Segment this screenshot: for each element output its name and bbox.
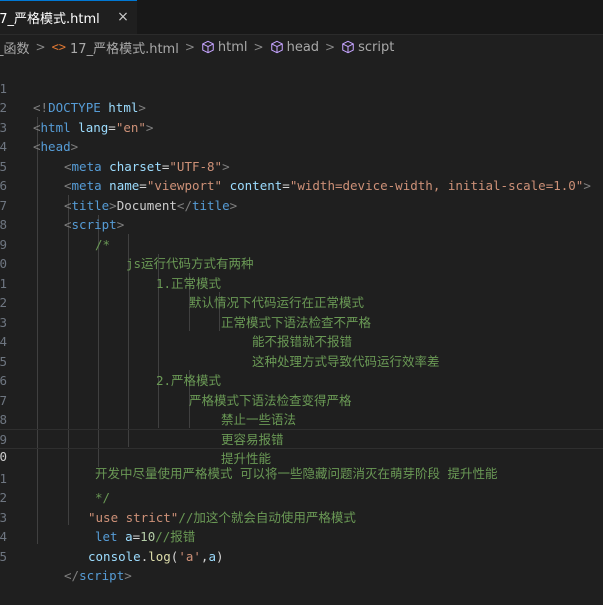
tab-17-strict-mode[interactable]: 17_严格模式.html × xyxy=(0,0,137,34)
code-line: 9 js运行代码方式有两种 xyxy=(0,215,603,272)
code-line: 2 <html lang="en"> xyxy=(0,79,603,135)
code-line: 6 <title>Document</title> xyxy=(0,157,603,213)
breadcrumb: _函数 > <> 17_严格模式.html > html > head > sc… xyxy=(0,35,603,59)
code-line: 3 <head> xyxy=(0,98,603,155)
code-line: 17 禁止一些语法 xyxy=(0,371,603,428)
breadcrumb-folder-label: _函数 xyxy=(0,41,30,57)
code-line: 19 提升性能 xyxy=(0,410,603,467)
html-file-icon: <> xyxy=(51,40,67,54)
cube-icon xyxy=(270,40,283,54)
code-line: 1 <!DOCTYPE html> xyxy=(0,59,603,116)
code-line: 7 <script> xyxy=(0,176,603,233)
line-number: 25 xyxy=(0,548,7,564)
code-line: 22 "use strict"//加这个就会自动使用严格模式 xyxy=(0,469,603,525)
code-line: 11 默认情况下代码运行在正常模式 xyxy=(0,254,603,311)
code-line: 21 */ xyxy=(0,449,603,506)
code-text: </script> xyxy=(64,568,132,583)
cube-icon xyxy=(342,40,354,54)
code-line: 5 <meta name="viewport" content="width=d… xyxy=(0,137,603,194)
breadcrumb-symbol-html[interactable]: html xyxy=(201,40,248,55)
code-line-active: 20 开发中尽量使用严格模式 可以将一些隐藏问题消灭在萌芽阶段 提升性能 xyxy=(0,429,603,481)
tab-title: 17_严格模式.html xyxy=(0,12,100,27)
code-line: 18 更容易报错 xyxy=(0,391,603,447)
code-line: 16 严格模式下语法检查变得严格 xyxy=(0,352,603,408)
breadcrumb-file[interactable]: <> 17_严格模式.html xyxy=(52,38,179,57)
chevron-right-icon: > xyxy=(253,40,264,54)
code-line: 23 let a=10//报错 xyxy=(0,488,603,545)
code-line: 15 2.严格模式 xyxy=(0,332,603,389)
tab-bar: 17_严格模式.html × xyxy=(0,0,603,35)
code-line: 10 1.正常模式 xyxy=(0,235,603,291)
chevron-right-icon: > xyxy=(35,40,46,54)
breadcrumb-symbol-label: html xyxy=(217,39,248,55)
code-editor[interactable]: 1 <!DOCTYPE html> 2 <html lang="en"> 3 <… xyxy=(0,59,603,584)
code-line: 4 <meta charset="UTF-8"> xyxy=(0,118,603,174)
code-text: console.log('a',a) xyxy=(88,548,224,564)
breadcrumb-symbol-label: head xyxy=(286,39,320,55)
breadcrumb-folder[interactable]: _函数 xyxy=(0,38,30,57)
chevron-right-icon: > xyxy=(184,40,195,54)
code-line: 12 正常模式下语法检查不严格 xyxy=(0,274,603,330)
breadcrumb-symbol-script[interactable]: script xyxy=(341,40,394,55)
chevron-right-icon: > xyxy=(325,40,336,54)
breadcrumb-file-label: 17_严格模式.html xyxy=(70,41,179,57)
code-line: 14 这种处理方式导致代码运行效率差 xyxy=(0,313,603,369)
cube-icon xyxy=(202,40,214,54)
code-line: 13 能不报错就不报错 xyxy=(0,293,603,350)
code-line: 25 </script> xyxy=(0,527,603,584)
code-line: 8 /* xyxy=(0,196,603,252)
code-line: 24 console.log('a',a) xyxy=(0,508,603,564)
breadcrumb-symbol-label: script xyxy=(358,39,395,55)
breadcrumb-symbol-head[interactable]: head xyxy=(270,40,319,55)
close-icon[interactable]: × xyxy=(115,9,131,25)
